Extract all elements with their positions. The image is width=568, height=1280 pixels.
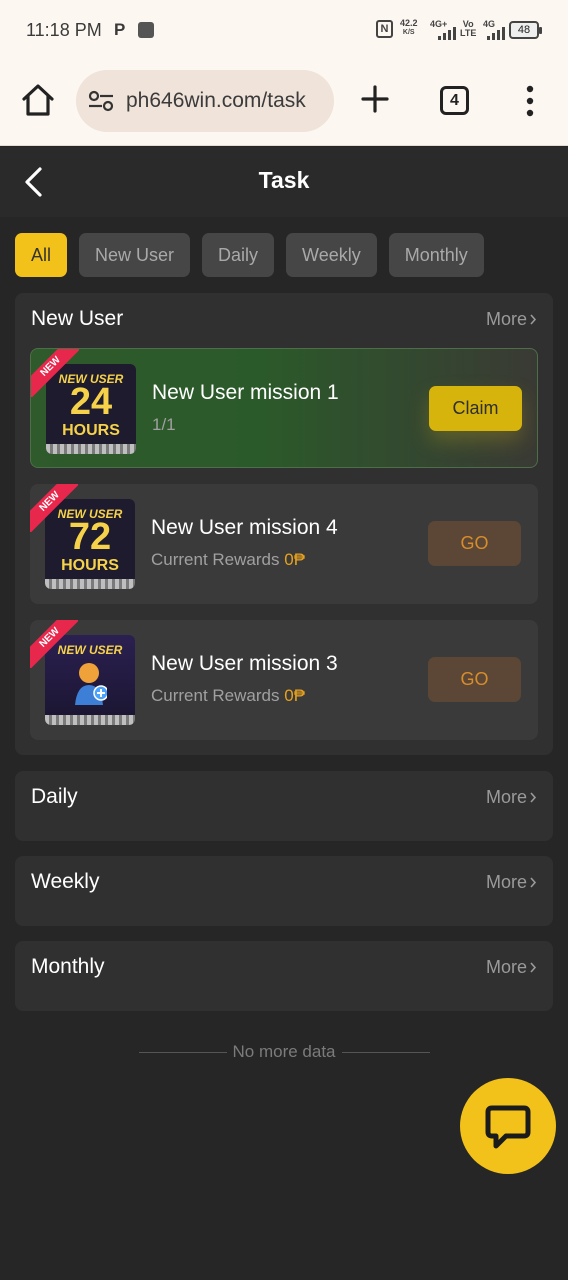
section-title: New User bbox=[31, 307, 124, 330]
peso-icon: ₱ bbox=[293, 550, 306, 569]
chat-icon bbox=[485, 1105, 531, 1149]
battery-icon: 48 bbox=[509, 21, 542, 39]
rewards-label: Current Rewards bbox=[151, 550, 280, 569]
go-button[interactable]: GO bbox=[428, 521, 521, 566]
parking-notification-icon: P bbox=[114, 20, 126, 39]
section-title: Daily bbox=[31, 785, 78, 808]
network-speed: 42.2 K/S bbox=[400, 18, 418, 38]
user-add-icon bbox=[75, 663, 107, 705]
mission-card[interactable]: NEW USER NEW New User mission 3 Current … bbox=[30, 620, 538, 740]
url-bar[interactable]: ph646win.com/task bbox=[76, 70, 334, 132]
plus-icon bbox=[361, 85, 389, 113]
tab-new-user[interactable]: New User bbox=[79, 233, 191, 277]
mission-card[interactable]: NEW USER 72 HOURS NEW New User mission 4… bbox=[30, 484, 538, 604]
coins-decoration bbox=[45, 715, 135, 725]
no-more-text: No more data bbox=[232, 1042, 336, 1061]
section-monthly: Monthly More bbox=[15, 941, 553, 1011]
mission-rewards: Current Rewards 0₱ bbox=[151, 686, 305, 706]
chevron-right-icon[interactable] bbox=[529, 962, 537, 973]
tab-monthly[interactable]: Monthly bbox=[388, 233, 484, 277]
tab-weekly[interactable]: Weekly bbox=[286, 233, 377, 277]
app-notification-icon bbox=[138, 22, 154, 38]
nfc-icon: N bbox=[376, 20, 393, 38]
new-badge-text: NEW bbox=[30, 484, 78, 532]
section-daily: Daily More bbox=[15, 771, 553, 841]
thumb-line3: HOURS bbox=[61, 557, 119, 574]
tab-switcher-button[interactable]: 4 bbox=[440, 86, 469, 115]
rewards-amount: 0 bbox=[284, 550, 294, 569]
mission-title: New User mission 1 bbox=[152, 381, 339, 404]
new-badge-text: NEW bbox=[31, 349, 79, 397]
home-icon bbox=[22, 84, 54, 116]
chevron-right-icon[interactable] bbox=[529, 877, 537, 888]
coins-decoration bbox=[46, 444, 136, 454]
new-badge: NEW bbox=[31, 349, 79, 397]
more-link-daily[interactable]: More bbox=[486, 787, 527, 808]
chevron-right-icon[interactable] bbox=[529, 314, 537, 325]
tab-daily[interactable]: Daily bbox=[202, 233, 275, 277]
section-title: Weekly bbox=[31, 870, 100, 893]
tab-all[interactable]: All bbox=[15, 233, 68, 277]
coins-decoration bbox=[45, 579, 135, 589]
claim-button[interactable]: Claim bbox=[429, 386, 522, 431]
more-vertical-icon bbox=[526, 85, 534, 117]
more-link-monthly[interactable]: More bbox=[486, 957, 527, 978]
mission-title: New User mission 3 bbox=[151, 652, 338, 675]
divider bbox=[138, 1052, 227, 1054]
rewards-amount: 0 bbox=[284, 686, 294, 705]
new-badge-text: NEW bbox=[30, 620, 78, 668]
mission-card[interactable]: NEW USER 24 HOURS NEW New User mission 1… bbox=[30, 348, 538, 468]
new-badge: NEW bbox=[30, 484, 78, 532]
network-speed-value: 42.2 bbox=[400, 18, 418, 28]
url-text[interactable]: ph646win.com/task bbox=[126, 89, 306, 113]
go-button[interactable]: GO bbox=[428, 657, 521, 702]
mission-progress: 1/1 bbox=[152, 415, 176, 434]
end-of-list: No more data bbox=[0, 1042, 568, 1062]
browser-menu-button[interactable] bbox=[520, 84, 540, 118]
mission-title: New User mission 4 bbox=[151, 516, 338, 539]
filter-tabs: All New User Daily Weekly Monthly bbox=[15, 233, 484, 277]
status-bar: 11:18 PM P N 42.2 K/S 4G+ Vo LTE 4G 48 bbox=[0, 0, 568, 60]
section-new-user: New User More NEW USER 24 HOURS NEW New … bbox=[15, 293, 553, 755]
live-chat-button[interactable] bbox=[460, 1078, 556, 1174]
rewards-label: Current Rewards bbox=[151, 686, 280, 705]
signal-icon bbox=[438, 26, 456, 40]
section-weekly: Weekly More bbox=[15, 856, 553, 926]
more-link-weekly[interactable]: More bbox=[486, 872, 527, 893]
browser-toolbar: ph646win.com/task 4 bbox=[0, 60, 568, 146]
volte-indicator: Vo LTE bbox=[460, 20, 476, 38]
home-button[interactable] bbox=[18, 80, 58, 120]
section-title: Monthly bbox=[31, 955, 105, 978]
site-settings-icon[interactable] bbox=[88, 90, 114, 112]
network-speed-unit: K/S bbox=[402, 29, 415, 36]
chevron-right-icon[interactable] bbox=[529, 792, 537, 803]
new-badge: NEW bbox=[30, 620, 78, 668]
page-title: Task bbox=[258, 167, 310, 193]
new-tab-button[interactable] bbox=[358, 82, 392, 116]
peso-icon: ₱ bbox=[293, 686, 306, 705]
signal-icon bbox=[487, 26, 505, 40]
volte-bottom: LTE bbox=[460, 28, 477, 38]
status-time: 11:18 PM bbox=[26, 20, 102, 40]
more-link-new-user[interactable]: More bbox=[486, 309, 527, 330]
thumb-line3: HOURS bbox=[62, 422, 120, 439]
mission-rewards: Current Rewards 0₱ bbox=[151, 550, 305, 570]
app-header: Task bbox=[0, 147, 568, 217]
divider bbox=[341, 1052, 430, 1054]
